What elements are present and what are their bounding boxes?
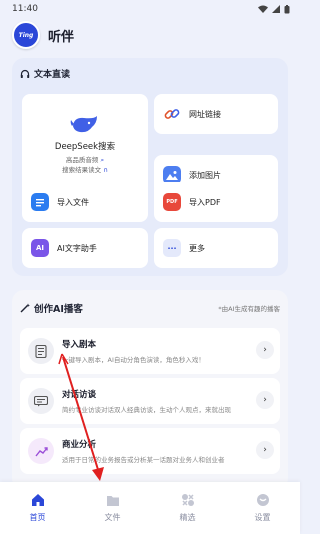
card-ai-label: AI文字助手 bbox=[57, 243, 97, 253]
feature-business-desc: 适用于日常的业务报告或分析某一话题对业务人和创业者 bbox=[62, 456, 225, 464]
nav-settings-label: 设置 bbox=[254, 513, 271, 522]
card-import-file[interactable]: 导入文件 bbox=[22, 182, 148, 222]
chart-icon bbox=[28, 438, 54, 464]
create-podcast-title: 创作AI播客 bbox=[20, 301, 83, 315]
deepseek-desc: 高品质音频 ⌕ 搜索结果读文 ∩ bbox=[62, 155, 108, 175]
battery-icon bbox=[284, 4, 290, 13]
deepseek-label: DeepSeek搜索 bbox=[54, 142, 116, 152]
card-url-link[interactable]: 网址链接 bbox=[154, 94, 278, 134]
whale-icon bbox=[70, 116, 97, 133]
chevron-right-icon[interactable]: › bbox=[256, 391, 274, 409]
bottom-nav: 首页 文件 精选 设置 bbox=[0, 482, 300, 534]
script-icon bbox=[28, 338, 54, 364]
headphones-small-icon: ∩ bbox=[101, 166, 108, 174]
app-title: 听伴 bbox=[48, 29, 75, 45]
feature-script-title: 导入剧本 bbox=[62, 340, 97, 350]
status-icons bbox=[258, 4, 290, 14]
logo-text: Ting bbox=[18, 31, 34, 39]
create-note: *由AI生成有趣的播客 bbox=[218, 305, 280, 313]
card-url-label: 网址链接 bbox=[189, 109, 221, 119]
deepseek-line1: 高品质音频 bbox=[65, 156, 99, 164]
wifi-icon bbox=[258, 5, 268, 13]
text-read-title: 文本直读 bbox=[20, 67, 70, 80]
feature-interview-title: 对话访谈 bbox=[62, 390, 97, 400]
nav-featured-label: 精选 bbox=[179, 513, 196, 522]
magic-wand-icon bbox=[20, 303, 30, 313]
card-more-label: 更多 bbox=[189, 243, 205, 253]
card-more[interactable]: ··· 更多 bbox=[154, 228, 278, 268]
home-icon bbox=[31, 494, 44, 506]
nav-settings[interactable]: 设置 bbox=[233, 493, 293, 523]
nav-files[interactable]: 文件 bbox=[83, 494, 143, 523]
featured-icon bbox=[181, 494, 194, 506]
status-time: 11:40 bbox=[12, 4, 38, 14]
feature-dialogue-interview[interactable]: 对话访谈 简约专业访谈对话双人经典访谈，生动个人观点，来就出现 › bbox=[20, 378, 280, 424]
file-icon bbox=[31, 193, 49, 211]
headphones-icon bbox=[20, 69, 30, 78]
chevron-right-icon[interactable]: › bbox=[256, 341, 274, 359]
card-file-label: 导入文件 bbox=[57, 197, 89, 207]
nav-files-label: 文件 bbox=[104, 512, 121, 522]
deepseek-line2: 搜索结果读文 bbox=[62, 166, 102, 174]
ai-icon: AI bbox=[31, 239, 49, 257]
feature-script-desc: 一键导入剧本，AI自动分角色演读，角色秒入戏！ bbox=[62, 356, 205, 364]
app-header: Ting 听伴 bbox=[0, 20, 300, 50]
search-small-icon: ⌕ bbox=[98, 156, 105, 164]
status-bar: 11:40 bbox=[0, 0, 300, 18]
app-logo: Ting bbox=[12, 21, 40, 49]
nav-home[interactable]: 首页 bbox=[8, 493, 68, 523]
nav-featured[interactable]: 精选 bbox=[158, 493, 218, 523]
create-podcast-panel: 创作AI播客 *由AI生成有趣的播客 导入剧本 一键导入剧本，AI自动分角色演读… bbox=[12, 290, 288, 490]
settings-icon bbox=[256, 494, 269, 506]
feature-business-title: 商业分析 bbox=[62, 440, 97, 450]
card-pdf-label: 导入PDF bbox=[189, 197, 221, 207]
card-ai-assistant[interactable]: AI AI文字助手 bbox=[22, 228, 148, 268]
feature-business-analysis[interactable]: 商业分析 适用于日常的业务报告或分析某一话题对业务人和创业者 › bbox=[20, 428, 280, 474]
nav-home-label: 首页 bbox=[29, 513, 46, 522]
folder-icon bbox=[106, 495, 119, 506]
pdf-icon: PDF bbox=[163, 193, 181, 211]
feature-import-script[interactable]: 导入剧本 一键导入剧本，AI自动分角色演读，角色秒入戏！ › bbox=[20, 328, 280, 374]
text-read-panel: 文本直读 DeepSeek搜索 高品质音频 ⌕ 搜索结果读文 ∩ 网址链接 添加… bbox=[12, 58, 288, 276]
chevron-right-icon[interactable]: › bbox=[256, 441, 274, 459]
feature-interview-desc: 简约专业访谈对话双人经典访谈，生动个人观点，来就出现 bbox=[62, 406, 231, 414]
create-title-label: 创作AI播客 bbox=[34, 304, 83, 315]
deepseek-search-card[interactable]: DeepSeek搜索 高品质音频 ⌕ 搜索结果读文 ∩ bbox=[22, 94, 148, 195]
card-image-label: 添加图片 bbox=[189, 170, 221, 180]
card-import-pdf[interactable]: PDF 导入PDF bbox=[154, 182, 278, 222]
more-icon: ··· bbox=[163, 239, 181, 257]
signal-icon bbox=[272, 5, 280, 13]
interview-icon bbox=[28, 388, 54, 414]
text-read-title-label: 文本直读 bbox=[34, 70, 71, 80]
link-icon bbox=[163, 105, 181, 123]
